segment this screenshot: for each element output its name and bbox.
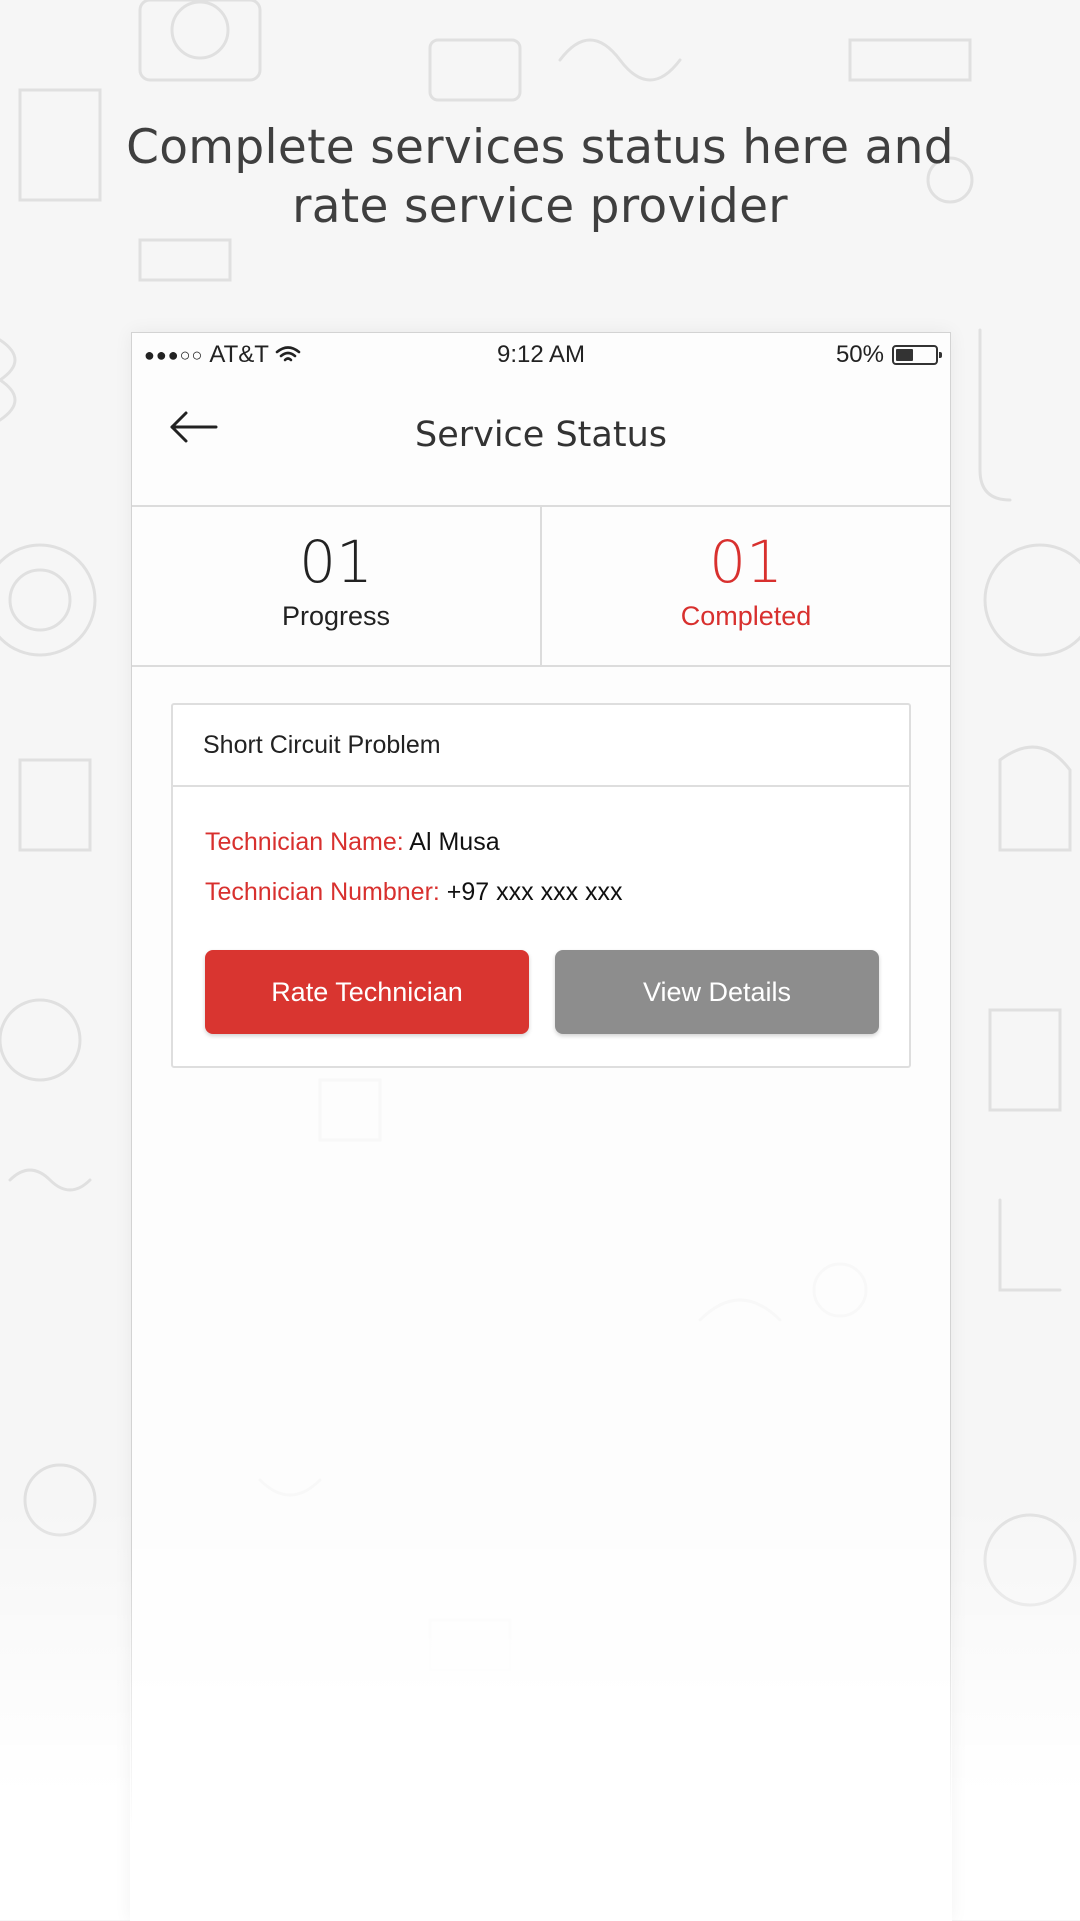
- technician-number-row: Technician Numbner: +97 xxx xxx xxx: [205, 867, 909, 917]
- technician-name-value: Al Musa: [409, 828, 500, 856]
- status-time: 9:12 AM: [496, 341, 586, 368]
- tab-progress[interactable]: 01 Progress: [132, 507, 540, 665]
- rate-technician-button[interactable]: Rate Technician: [205, 950, 529, 1034]
- navigation-bar: Service Status: [132, 375, 950, 475]
- progress-count: 01: [299, 528, 373, 596]
- promo-headline: Complete services status here and rate s…: [0, 118, 1080, 236]
- technician-name-row: Technician Name: Al Musa: [205, 817, 909, 867]
- battery-icon: [892, 345, 942, 365]
- battery-level-fill: [896, 349, 913, 361]
- status-bar-right: 50%: [835, 341, 942, 369]
- service-card: Short Circuit Problem Technician Name: A…: [171, 703, 911, 1068]
- view-details-button[interactable]: View Details: [555, 950, 879, 1034]
- technician-name-label: Technician Name:: [205, 828, 404, 856]
- headline-line-2: rate service provider: [292, 179, 788, 234]
- service-title: Short Circuit Problem: [173, 705, 909, 787]
- technician-number-value: +97 xxx xxx xxx: [446, 878, 623, 906]
- phone-screen: ●●●○○ AT&T 9:12 AM 50% Service Status 01…: [130, 332, 952, 1921]
- card-actions: Rate Technician View Details: [205, 950, 879, 1034]
- status-bar: ●●●○○ AT&T 9:12 AM 50%: [132, 333, 950, 375]
- technician-number-label: Technician Numbner:: [205, 878, 440, 906]
- page-title: Service Status: [414, 415, 667, 455]
- completed-count: 01: [709, 528, 783, 596]
- status-tabs: 01 Progress 01 Completed: [132, 505, 950, 667]
- battery-percent-label: 50%: [835, 341, 884, 368]
- service-card-body: Technician Name: Al Musa Technician Numb…: [173, 787, 909, 917]
- completed-label: Completed: [680, 601, 812, 631]
- headline-line-1: Complete services status here and: [126, 120, 954, 175]
- tab-completed[interactable]: 01 Completed: [540, 507, 950, 665]
- progress-label: Progress: [281, 601, 391, 631]
